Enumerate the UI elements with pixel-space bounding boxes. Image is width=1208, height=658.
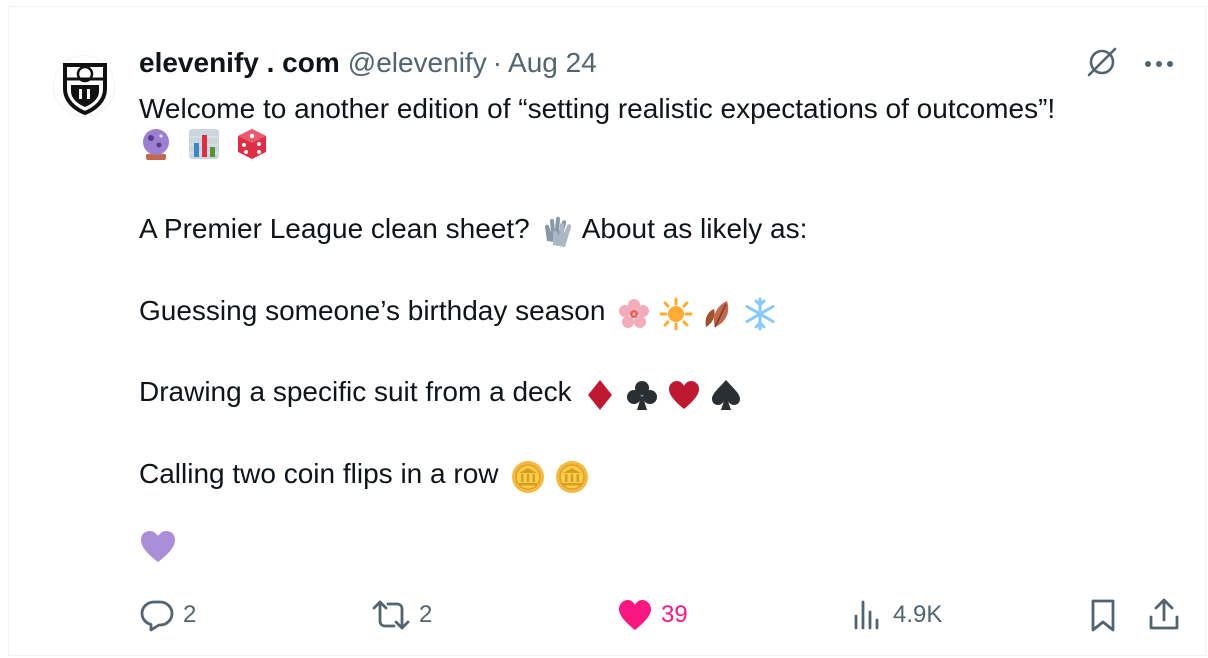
tweet-card[interactable]: elevenify . com @elevenify · Aug 24 Welc…: [8, 6, 1206, 656]
bookmark-icon: [1091, 599, 1115, 632]
crystal-ball-icon: [139, 127, 173, 172]
repost-icon: [372, 600, 410, 630]
like-button[interactable]: 39: [617, 593, 688, 637]
views-button[interactable]: 4.9K: [851, 593, 942, 637]
tweet-text: Welcome to another edition of “setting r…: [139, 89, 1189, 535]
reply-icon: [140, 600, 174, 632]
snowflake-icon: [745, 297, 775, 331]
tweet-line-5: Calling two coin flips in a row: [139, 454, 1189, 496]
reply-button[interactable]: 2: [139, 593, 196, 637]
likely-as-text: About as likely as:: [581, 213, 808, 244]
season-emojis: [617, 292, 776, 332]
action-bar: 2 2 39 4.9K: [139, 593, 1179, 637]
birthday-season-text: Guessing someone’s birthday season: [139, 294, 606, 326]
author-handle[interactable]: @elevenify: [348, 45, 487, 81]
emoji-row: [139, 127, 1189, 172]
cherry-blossom-icon: [619, 298, 650, 328]
sun-icon: [659, 297, 693, 331]
top-actions: [1085, 45, 1175, 84]
bookmark-button[interactable]: [1087, 593, 1119, 637]
gloves-icon: [541, 211, 575, 251]
clean-sheet-question: A Premier League clean sheet?: [139, 213, 530, 244]
share-button[interactable]: [1147, 593, 1181, 637]
fallen-leaf-icon: [705, 300, 729, 328]
tweet-line-3: Guessing someone’s birthday season: [139, 291, 1189, 333]
tweet-header: elevenify . com @elevenify · Aug 24: [139, 45, 597, 81]
bar-chart-icon: [187, 127, 221, 172]
repost-count: 2: [419, 601, 433, 628]
like-count: 39: [661, 601, 688, 628]
elevenify-logo-icon: [63, 63, 107, 115]
tweet-line-1: Welcome to another edition of “setting r…: [139, 93, 1056, 124]
heart-filled-icon: [619, 600, 651, 630]
coin-icon: [556, 461, 589, 494]
share-icon: [1149, 598, 1179, 630]
avatar[interactable]: [53, 55, 115, 117]
author-name[interactable]: elevenify . com: [139, 45, 340, 81]
coin-text: Calling two coin flips in a row: [139, 457, 499, 489]
diamond-suit-icon: [588, 380, 613, 411]
views-icon: [854, 600, 879, 630]
tweet-date[interactable]: Aug 24: [508, 45, 597, 81]
grok-icon[interactable]: [1085, 45, 1119, 84]
suit-emojis: [583, 374, 742, 414]
coin-emojis: [510, 455, 590, 495]
coin-icon: [512, 461, 545, 494]
repost-button[interactable]: 2: [371, 593, 432, 637]
view-count: 4.9K: [893, 601, 943, 628]
purple-heart-icon: [139, 529, 177, 568]
reply-count: 2: [183, 601, 197, 628]
separator: ·: [492, 47, 503, 78]
heart-suit-icon: [668, 381, 699, 410]
tweet-line-2: A Premier League clean sheet? About as l…: [139, 209, 1189, 251]
suit-text: Drawing a specific suit from a deck: [139, 376, 572, 408]
club-suit-icon: [627, 381, 658, 411]
tweet-line-4: Drawing a specific suit from a deck: [139, 372, 1189, 414]
die-icon: [235, 127, 269, 172]
spade-suit-icon: [711, 380, 740, 411]
more-options-icon[interactable]: [1143, 56, 1175, 74]
